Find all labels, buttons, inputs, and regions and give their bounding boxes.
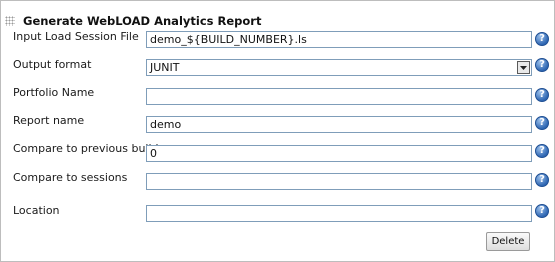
chevron-down-icon[interactable] bbox=[517, 61, 530, 74]
panel-header: Generate WebLOAD Analytics Report bbox=[5, 13, 261, 29]
input-session-label: Input Load Session File bbox=[13, 30, 139, 43]
help-icon[interactable]: ? bbox=[535, 116, 549, 130]
location-field[interactable] bbox=[146, 205, 532, 222]
compare-previous-field[interactable]: 0 bbox=[146, 145, 532, 162]
output-format-label: Output format bbox=[13, 58, 92, 71]
input-session-field[interactable]: demo_${BUILD_NUMBER}.ls bbox=[146, 31, 532, 48]
help-icon[interactable]: ? bbox=[535, 173, 549, 187]
help-icon[interactable]: ? bbox=[535, 32, 549, 46]
compare-previous-label: Compare to previous builds bbox=[13, 142, 165, 155]
location-label: Location bbox=[13, 204, 60, 217]
report-name-field[interactable]: demo bbox=[146, 116, 532, 133]
compare-sessions-label: Compare to sessions bbox=[13, 171, 128, 184]
help-icon[interactable]: ? bbox=[535, 88, 549, 102]
output-format-selected-value: JUNIT bbox=[150, 61, 180, 74]
compare-sessions-field[interactable] bbox=[146, 173, 532, 190]
output-format-select[interactable]: JUNIT bbox=[146, 59, 532, 76]
report-config-panel: Generate WebLOAD Analytics Report Input … bbox=[0, 0, 555, 262]
drag-handle-icon[interactable] bbox=[5, 16, 15, 26]
portfolio-name-field[interactable] bbox=[146, 88, 532, 105]
help-icon[interactable]: ? bbox=[535, 58, 549, 72]
delete-button[interactable]: Delete bbox=[486, 232, 530, 251]
panel-title: Generate WebLOAD Analytics Report bbox=[23, 14, 262, 28]
portfolio-name-label: Portfolio Name bbox=[13, 86, 95, 99]
help-icon[interactable]: ? bbox=[535, 144, 549, 158]
help-icon[interactable]: ? bbox=[535, 204, 549, 218]
report-name-label: Report name bbox=[13, 114, 85, 127]
